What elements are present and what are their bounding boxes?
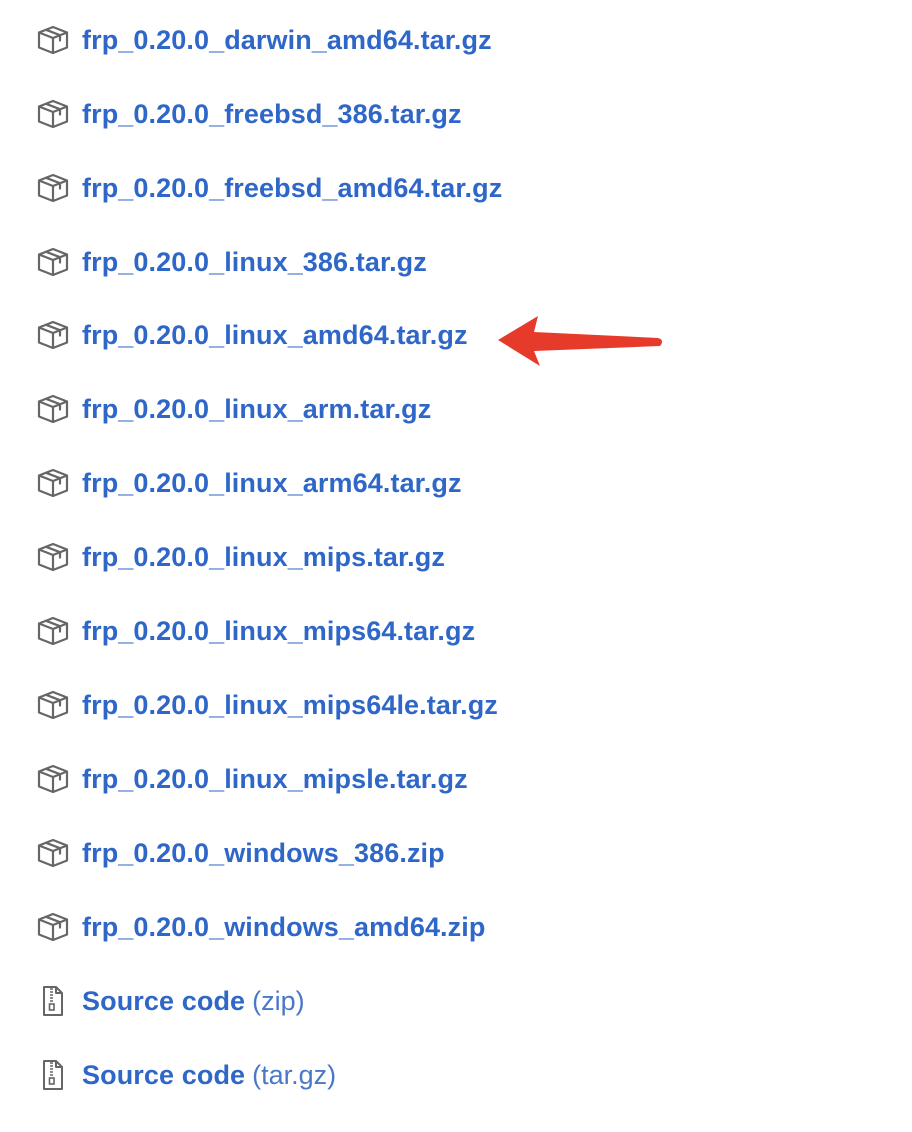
asset-link[interactable]: frp_0.20.0_darwin_amd64.tar.gz [82,26,492,54]
package-icon [36,171,70,205]
asset-row[interactable]: frp_0.20.0_linux_mips64le.tar.gz [36,685,498,725]
asset-row-highlighted[interactable]: frp_0.20.0_linux_amd64.tar.gz [36,315,468,355]
asset-row[interactable]: frp_0.20.0_linux_mips.tar.gz [36,537,445,577]
package-icon [36,318,70,352]
asset-link[interactable]: frp_0.20.0_linux_mips64.tar.gz [82,617,475,645]
package-icon [36,540,70,574]
asset-link[interactable]: frp_0.20.0_windows_386.zip [82,839,445,867]
asset-link[interactable]: frp_0.20.0_freebsd_386.tar.gz [82,100,462,128]
asset-row[interactable]: frp_0.20.0_linux_arm64.tar.gz [36,463,462,503]
asset-link[interactable]: frp_0.20.0_linux_arm64.tar.gz [82,469,462,497]
asset-link[interactable]: frp_0.20.0_linux_mipsle.tar.gz [82,765,468,793]
source-format-label: (tar.gz) [252,1059,337,1090]
asset-row[interactable]: frp_0.20.0_darwin_amd64.tar.gz [36,20,492,60]
asset-row[interactable]: frp_0.20.0_linux_mips64.tar.gz [36,611,475,651]
asset-link[interactable]: frp_0.20.0_freebsd_amd64.tar.gz [82,174,502,202]
file-zip-icon [36,984,70,1018]
asset-row[interactable]: frp_0.20.0_windows_amd64.zip [36,907,485,947]
package-icon [36,614,70,648]
asset-link[interactable]: frp_0.20.0_linux_386.tar.gz [82,248,427,276]
package-icon [36,392,70,426]
package-icon [36,245,70,279]
asset-link[interactable]: frp_0.20.0_linux_amd64.tar.gz [82,321,468,349]
package-icon [36,836,70,870]
asset-row[interactable]: frp_0.20.0_linux_386.tar.gz [36,242,427,282]
asset-link[interactable]: frp_0.20.0_linux_arm.tar.gz [82,395,431,423]
file-zip-icon [36,1058,70,1092]
asset-row[interactable]: frp_0.20.0_linux_arm.tar.gz [36,389,431,429]
package-icon [36,910,70,944]
source-format-label: (zip) [252,985,305,1016]
source-code-link[interactable]: Source code [82,987,245,1015]
package-icon [36,688,70,722]
asset-link[interactable]: frp_0.20.0_linux_mips.tar.gz [82,543,445,571]
package-icon [36,23,70,57]
source-code-targz-row[interactable]: Source code (tar.gz) [36,1055,336,1095]
asset-row[interactable]: frp_0.20.0_linux_mipsle.tar.gz [36,759,468,799]
package-icon [36,762,70,796]
asset-row[interactable]: frp_0.20.0_freebsd_amd64.tar.gz [36,168,502,208]
package-icon [36,466,70,500]
asset-link[interactable]: frp_0.20.0_windows_amd64.zip [82,913,485,941]
asset-row[interactable]: frp_0.20.0_windows_386.zip [36,833,445,873]
source-code-zip-row[interactable]: Source code (zip) [36,981,305,1021]
source-code-link[interactable]: Source code [82,1061,245,1089]
asset-link[interactable]: frp_0.20.0_linux_mips64le.tar.gz [82,691,498,719]
asset-row[interactable]: frp_0.20.0_freebsd_386.tar.gz [36,94,462,134]
package-icon [36,97,70,131]
release-assets-list: frp_0.20.0_darwin_amd64.tar.gz frp_0.20.… [0,0,912,1132]
red-arrow-icon [498,316,663,366]
